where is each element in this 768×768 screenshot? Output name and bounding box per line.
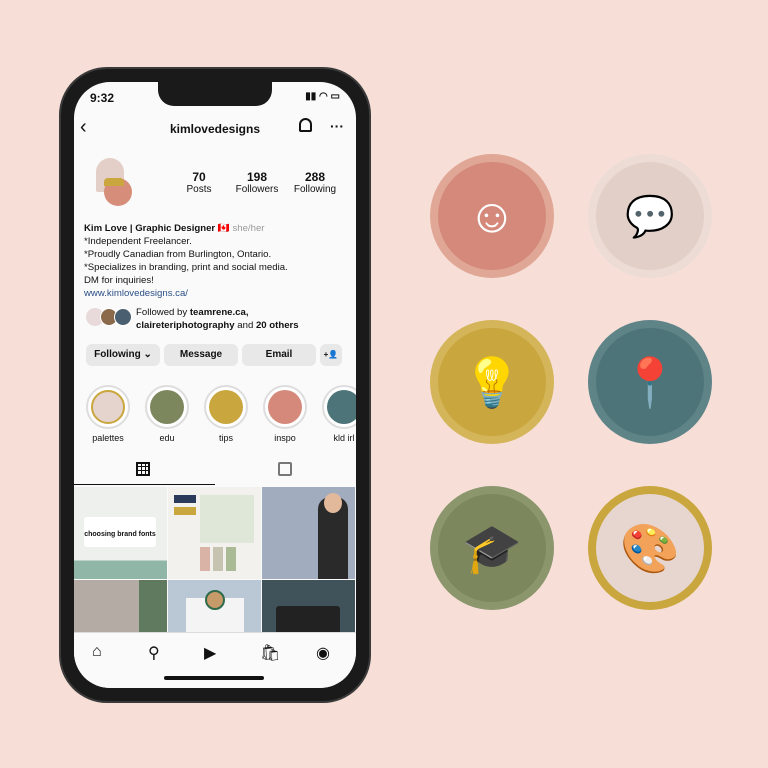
active-tab-indicator — [74, 484, 215, 485]
website-link[interactable]: www.kimlovedesigns.ca/ — [84, 287, 354, 300]
highlight-kld-irl[interactable]: kld irl — [322, 385, 356, 443]
bell-icon[interactable] — [299, 118, 312, 132]
bio-line: *Independent Freelancer. — [84, 236, 192, 247]
home-indicator — [164, 676, 264, 680]
location-highlight-cover: 📍 — [588, 320, 712, 444]
color-swatch-icon: 🎨 — [596, 494, 704, 602]
status-icons: ▮▮ ◠ ▭ — [305, 91, 340, 102]
tips-highlight-cover: 💡 — [430, 320, 554, 444]
chat-highlight-cover: 💬 — [588, 154, 712, 278]
highlight-tips[interactable]: tips — [204, 385, 248, 443]
post-thumbnail[interactable] — [262, 487, 355, 579]
post-thumbnail[interactable] — [168, 487, 261, 579]
tagged-tab-icon[interactable] — [278, 462, 292, 476]
reels-icon[interactable]: ▶ — [204, 643, 216, 663]
palettes-highlight-cover: 🎨 — [588, 486, 712, 610]
profile-username: kimlovedesigns — [169, 122, 261, 136]
highlight-edu[interactable]: edu — [145, 385, 189, 443]
avatar[interactable] — [96, 158, 136, 212]
following-button[interactable]: Following ⌄ — [86, 344, 160, 366]
back-icon[interactable]: ‹ — [80, 116, 87, 139]
bio-line: *Specializes in branding, print and soci… — [84, 262, 288, 273]
followed-by[interactable]: Followed by teamrene.ca, claireteriphotog… — [136, 306, 351, 332]
graduation-cap-icon: 🎓 — [438, 494, 546, 602]
map-pin-globe-icon: 📍 — [596, 328, 704, 436]
grid-tab-icon[interactable] — [136, 462, 150, 476]
stat-posts[interactable]: 70 Posts — [169, 170, 229, 195]
home-icon[interactable]: ⌂ — [92, 643, 102, 661]
highlight-palettes[interactable]: palettes — [86, 385, 130, 443]
search-icon[interactable]: ⚲ — [148, 643, 160, 663]
stat-followers[interactable]: 198 Followers — [227, 170, 287, 195]
post-caption: choosing brand fonts — [84, 517, 156, 547]
mutual-avatars — [86, 308, 132, 328]
highlight-inspo[interactable]: inspo — [263, 385, 307, 443]
stat-following[interactable]: 288 Following — [285, 170, 345, 195]
flag-icon: 🇨🇦 — [217, 223, 230, 234]
profile-icon[interactable]: ◉ — [316, 643, 330, 663]
shop-icon[interactable]: 🛍 — [260, 643, 280, 663]
post-thumbnail[interactable]: choosing brand fonts — [74, 487, 167, 579]
display-name: Kim Love | Graphic Designer — [84, 223, 216, 234]
chat-heart-icon: 💬 — [596, 162, 704, 270]
email-button[interactable]: Email — [242, 344, 316, 366]
notch — [158, 82, 272, 106]
head-swirl-icon: ☺ — [438, 162, 546, 270]
more-icon[interactable]: ··· — [330, 118, 344, 134]
status-time: 9:32 — [90, 91, 115, 105]
bio: Kim Love | Graphic Designer 🇨🇦 she/her *… — [84, 222, 354, 300]
bottom-nav: ⌂ ⚲ ▶ 🛍 ◉ — [74, 632, 356, 688]
phone-mockup: 9:32 ▮▮ ◠ ▭ kimlovedesigns ‹ ··· 70 Posts… — [61, 69, 369, 701]
edu-highlight-cover: 🎓 — [430, 486, 554, 610]
bio-line: DM for inquiries! — [84, 275, 154, 286]
instagram-profile-screen: 9:32 ▮▮ ◠ ▭ kimlovedesigns ‹ ··· 70 Posts… — [74, 82, 356, 688]
add-person-button[interactable]: +👤 — [320, 344, 342, 366]
message-button[interactable]: Message — [164, 344, 238, 366]
pronouns: she/her — [232, 223, 265, 234]
bio-line: *Proudly Canadian from Burlington, Ontar… — [84, 249, 272, 260]
inspo-highlight-cover: ☺ — [430, 154, 554, 278]
lightbulb-icon: 💡 — [438, 328, 546, 436]
